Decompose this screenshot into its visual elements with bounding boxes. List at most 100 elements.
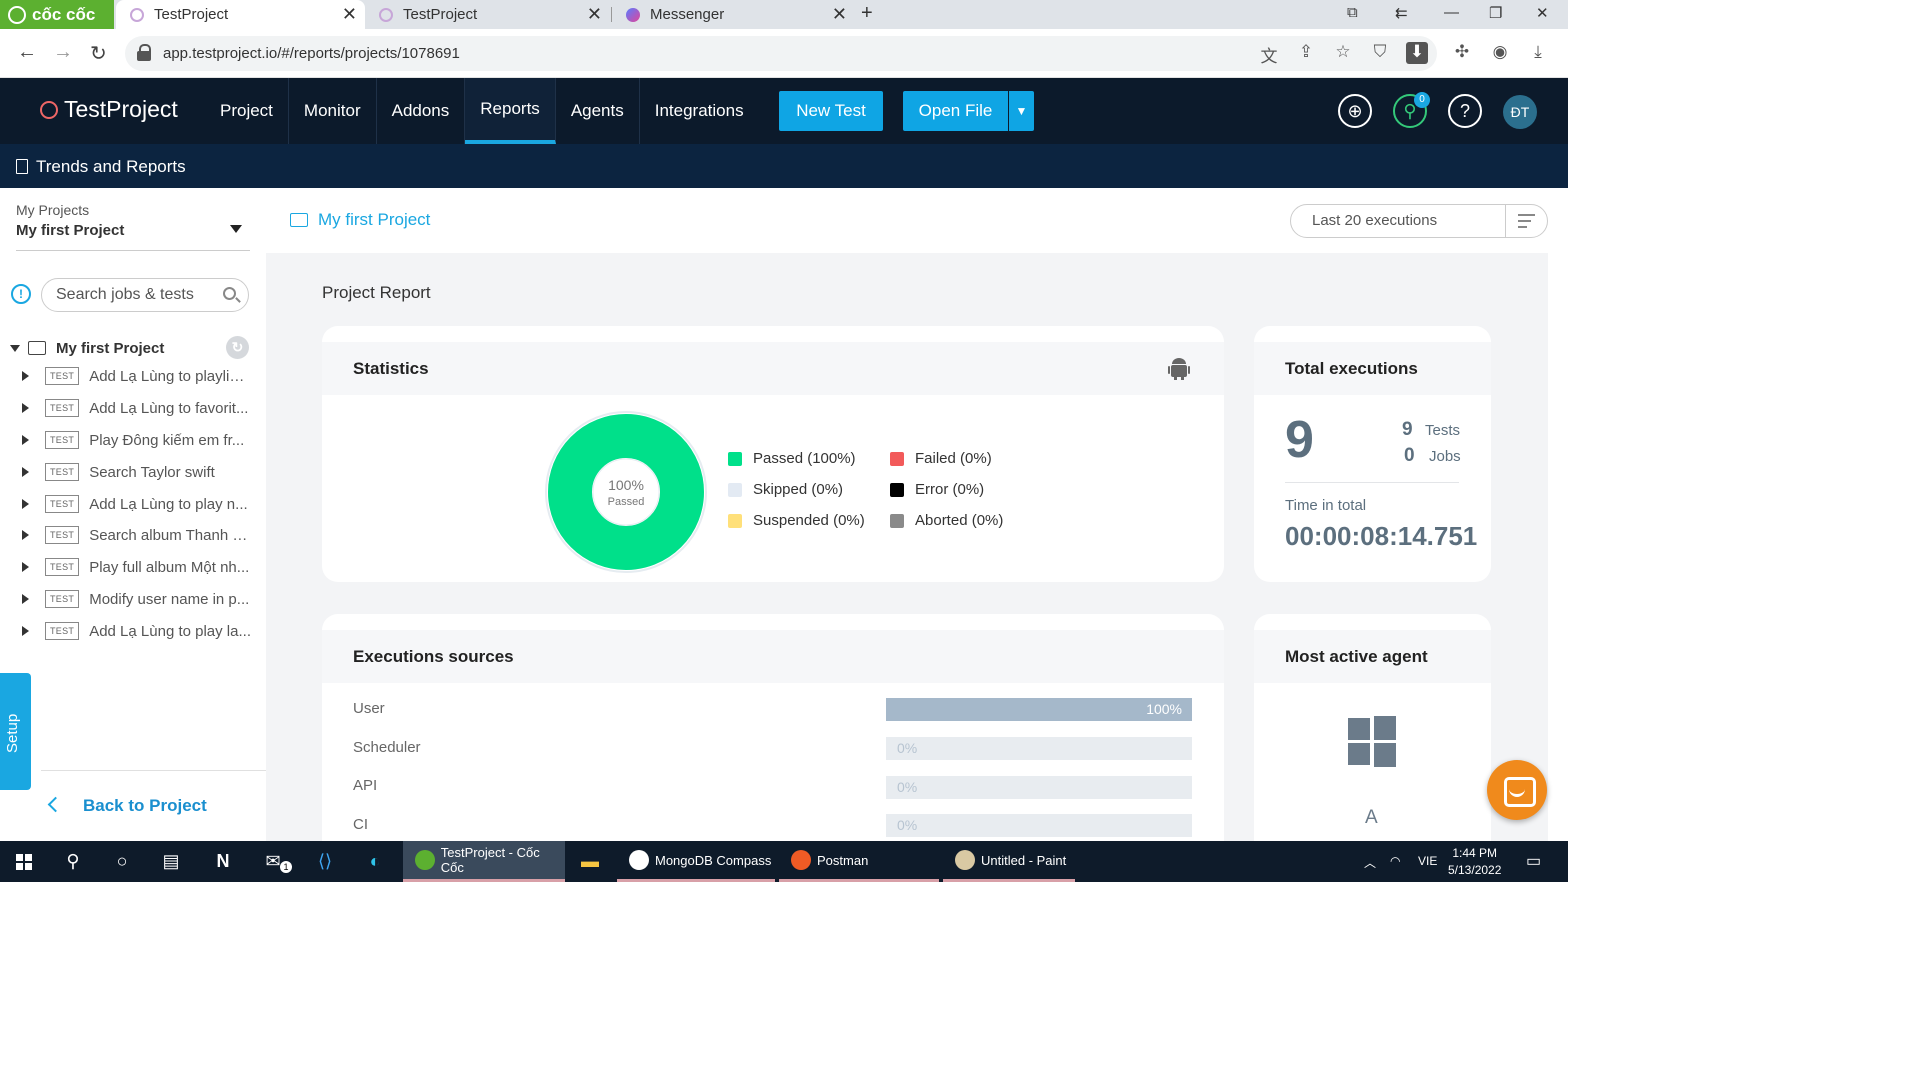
expand-right-icon[interactable] bbox=[22, 626, 29, 636]
info-icon[interactable]: ! bbox=[11, 284, 31, 304]
expand-right-icon[interactable] bbox=[22, 530, 29, 540]
test-item[interactable]: TEST Add Lạ Lùng to playlist... bbox=[22, 365, 254, 387]
tab-search-icon[interactable]: ⧉ bbox=[1347, 4, 1358, 21]
chevron-down-icon[interactable] bbox=[230, 225, 242, 233]
menu-monitor[interactable]: Monitor bbox=[289, 78, 377, 144]
taskbar-app-postman[interactable]: Postman bbox=[779, 841, 939, 882]
taskbar-app-label: Postman bbox=[817, 852, 869, 868]
wifi-icon[interactable]: ◠ bbox=[1390, 854, 1400, 868]
test-item[interactable]: TEST Play full album Một nh... bbox=[22, 556, 254, 578]
chevron-up-icon[interactable]: ︿ bbox=[1364, 854, 1376, 871]
add-user-icon[interactable]: ⊕ bbox=[1338, 94, 1372, 128]
notification-center-icon[interactable]: ▭ bbox=[1526, 851, 1541, 871]
close-icon[interactable]: ✕ bbox=[342, 4, 357, 25]
refresh-icon[interactable]: ↻ bbox=[226, 336, 249, 359]
menu-agents[interactable]: Agents bbox=[556, 78, 640, 144]
menu-project[interactable]: Project bbox=[205, 78, 289, 144]
expand-right-icon[interactable] bbox=[22, 403, 29, 413]
messenger-favicon-icon bbox=[626, 7, 640, 22]
downloads-icon[interactable]: ⤓ bbox=[1527, 42, 1549, 64]
executions-sources-card: Executions sources User 100% Scheduler 0… bbox=[322, 614, 1224, 874]
user-avatar[interactable]: ĐT bbox=[1503, 95, 1537, 129]
expand-right-icon[interactable] bbox=[22, 435, 29, 445]
download-ext-icon[interactable]: ⬇ bbox=[1406, 42, 1428, 64]
test-item[interactable]: TEST Modify user name in p... bbox=[22, 588, 254, 610]
close-window-icon[interactable]: ✕ bbox=[1536, 4, 1549, 22]
expand-right-icon[interactable] bbox=[22, 562, 29, 572]
profile-icon[interactable]: ◉ bbox=[1489, 42, 1511, 64]
maximize-icon[interactable]: ❐ bbox=[1489, 4, 1502, 22]
expand-right-icon[interactable] bbox=[22, 594, 29, 604]
breadcrumb-label: My first Project bbox=[318, 210, 431, 229]
reload-icon[interactable]: ↻ bbox=[90, 41, 107, 66]
tab-testproject[interactable]: TestProject ✕ bbox=[365, 0, 610, 29]
browser-brand-button[interactable]: cốc cốc bbox=[0, 0, 114, 29]
share-icon[interactable]: ⇪ bbox=[1295, 42, 1317, 64]
tab-messenger[interactable]: Messenger ✕ bbox=[612, 0, 855, 29]
menu-addons[interactable]: Addons bbox=[377, 78, 466, 144]
expand-right-icon[interactable] bbox=[22, 371, 29, 381]
app-header: TestProject Project Monitor Addons Repor… bbox=[0, 78, 1568, 144]
forward-icon[interactable]: → bbox=[53, 41, 73, 64]
open-file-dropdown-icon[interactable]: ▼ bbox=[1009, 91, 1034, 131]
testproject-logo[interactable]: TestProject bbox=[40, 96, 178, 123]
edge-icon[interactable]: ◐ bbox=[363, 849, 387, 873]
tab-title: TestProject bbox=[403, 6, 478, 23]
expand-right-icon[interactable] bbox=[22, 467, 29, 477]
filter-lines-icon[interactable] bbox=[1518, 214, 1535, 232]
jobs-count: 0 bbox=[1404, 445, 1415, 466]
breadcrumb[interactable]: My first Project bbox=[290, 210, 430, 230]
menu-integrations[interactable]: Integrations bbox=[640, 78, 759, 144]
menu-reports[interactable]: Reports bbox=[465, 78, 556, 144]
taskbar-app-paint[interactable]: Untitled - Paint bbox=[943, 841, 1075, 882]
test-item[interactable]: TEST Add Lạ Lùng to favorit... bbox=[22, 397, 254, 419]
setup-tab[interactable]: Setup bbox=[0, 673, 31, 790]
new-test-button[interactable]: New Test bbox=[779, 91, 883, 131]
test-badge: TEST bbox=[45, 622, 80, 640]
project-selector[interactable]: My first Project bbox=[16, 222, 124, 239]
test-item[interactable]: TEST Search album Thanh X... bbox=[22, 524, 254, 546]
help-icon[interactable]: ? bbox=[1448, 94, 1482, 128]
tab-testproject-active[interactable]: TestProject ✕ bbox=[116, 0, 365, 29]
notion-icon[interactable]: N bbox=[211, 849, 235, 873]
url-bar[interactable]: app.testproject.io/#/reports/projects/10… bbox=[125, 36, 1437, 71]
expand-right-icon[interactable] bbox=[22, 499, 29, 509]
windows-start-icon[interactable] bbox=[16, 854, 32, 870]
tree-root-project[interactable]: My first Project bbox=[10, 338, 164, 358]
task-view-icon[interactable]: ▤ bbox=[159, 849, 183, 873]
back-arrow-icon[interactable]: ⇇ bbox=[1395, 4, 1408, 22]
test-item[interactable]: TEST Add Lạ Lùng to play la... bbox=[22, 620, 254, 642]
translate-icon[interactable]: 文 bbox=[1258, 42, 1280, 66]
back-icon[interactable]: ← bbox=[17, 41, 37, 64]
cortana-icon[interactable]: ○ bbox=[110, 849, 134, 873]
test-item[interactable]: TEST Add Lạ Lùng to play n... bbox=[22, 493, 254, 515]
taskbar-app-mongodb[interactable]: MongoDB Compass bbox=[617, 841, 775, 882]
executions-filter-select[interactable]: Last 20 executions bbox=[1290, 204, 1548, 238]
close-icon[interactable]: ✕ bbox=[587, 4, 602, 25]
source-bar: 0% bbox=[886, 776, 1192, 799]
test-item[interactable]: TEST Search Taylor swift bbox=[22, 461, 254, 483]
taskbar-app-coccoc[interactable]: TestProject - Cốc Cốc bbox=[403, 841, 565, 882]
shield-icon[interactable]: ⛉ bbox=[1369, 42, 1391, 64]
legend-label: Error (0%) bbox=[915, 481, 985, 498]
file-explorer-icon[interactable]: ▬ bbox=[578, 849, 602, 873]
vscode-icon[interactable]: ⟨⟩ bbox=[313, 849, 337, 873]
android-icon[interactable] bbox=[1168, 356, 1190, 385]
search-icon[interactable]: ⚲ bbox=[61, 849, 85, 873]
back-to-project-link[interactable]: Back to Project bbox=[83, 796, 207, 816]
new-tab-button[interactable]: + bbox=[861, 2, 873, 25]
open-file-button[interactable]: Open File bbox=[903, 91, 1008, 131]
chevron-left-icon[interactable] bbox=[47, 796, 64, 813]
document-icon bbox=[16, 159, 28, 174]
star-icon[interactable]: ☆ bbox=[1332, 42, 1354, 64]
clock[interactable]: 1:44 PM 5/13/2022 bbox=[1448, 845, 1501, 879]
chat-support-button[interactable] bbox=[1487, 760, 1547, 820]
agent-name: A bbox=[1365, 807, 1378, 828]
minimize-icon[interactable]: — bbox=[1444, 4, 1459, 21]
test-item[interactable]: TEST Play Đông kiếm em fr... bbox=[22, 429, 254, 451]
extensions-icon[interactable]: ✣ bbox=[1451, 42, 1473, 64]
close-icon[interactable]: ✕ bbox=[832, 4, 847, 25]
language-indicator[interactable]: VIE bbox=[1418, 854, 1437, 868]
expand-down-icon[interactable] bbox=[10, 344, 20, 352]
search-input[interactable]: Search jobs & tests bbox=[41, 278, 249, 312]
